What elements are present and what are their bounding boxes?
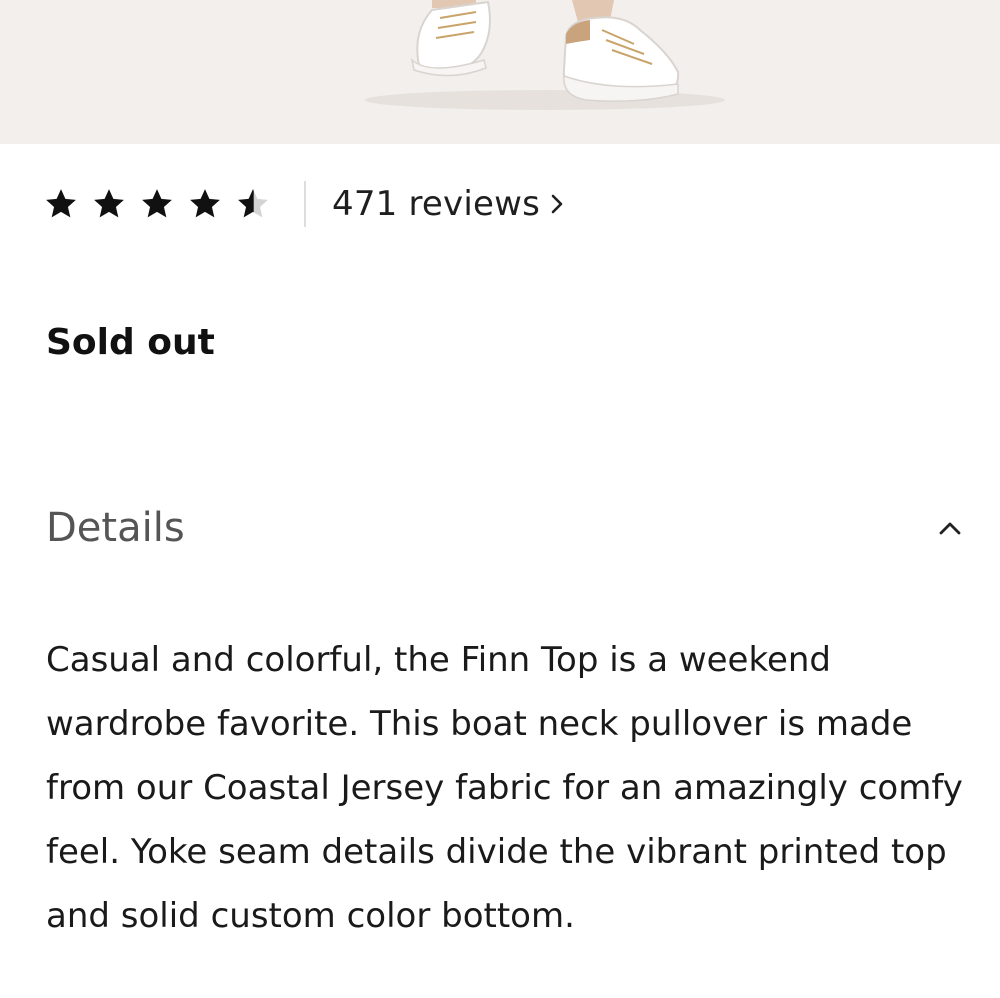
- details-accordion-header[interactable]: Details: [46, 500, 961, 556]
- rating-row: 471 reviews: [44, 176, 564, 232]
- star-half-icon: [238, 189, 268, 218]
- reviews-count-label: 471 reviews: [332, 184, 541, 224]
- product-image[interactable]: [0, 0, 1000, 144]
- chevron-right-icon: [551, 194, 563, 214]
- star-rating: [44, 187, 270, 221]
- star-full-icon: [142, 189, 172, 218]
- details-description: Casual and colorful, the Finn Top is a w…: [46, 640, 963, 936]
- star-full-icon: [46, 189, 76, 218]
- reviews-link[interactable]: 471 reviews: [332, 184, 564, 224]
- star-full-icon: [190, 189, 220, 218]
- details-title: Details: [46, 505, 185, 551]
- rating-divider: [304, 181, 306, 227]
- sold-out-status: Sold out: [46, 322, 215, 363]
- star-full-icon: [94, 189, 124, 218]
- chevron-up-icon[interactable]: [936, 519, 964, 537]
- product-photo-shoes: [365, 0, 725, 110]
